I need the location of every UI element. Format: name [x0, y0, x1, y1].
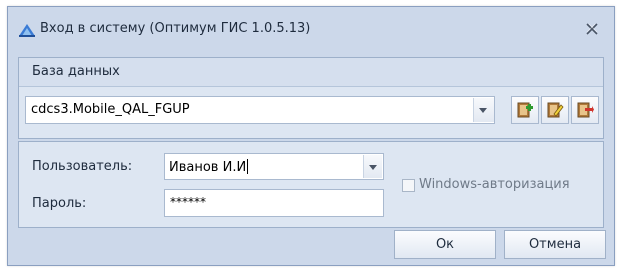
database-select[interactable]: cdcs3.Mobile_QAL_FGUP [25, 96, 495, 124]
add-database-button[interactable] [511, 96, 539, 124]
windows-auth-checkbox[interactable] [402, 179, 415, 192]
delete-database-button[interactable] [571, 96, 599, 124]
database-select-value: cdcs3.Mobile_QAL_FGUP [31, 102, 190, 117]
database-label: База данных [32, 64, 120, 79]
user-select-value: Иванов И.И [169, 159, 249, 175]
delete-database-icon [577, 102, 594, 118]
database-panel: База данных cdcs3.Mobile_QAL_FGUP [18, 57, 604, 139]
password-value: ****** [170, 195, 206, 209]
cancel-button[interactable]: Отмена [504, 230, 606, 259]
password-field[interactable]: ****** [164, 189, 384, 217]
database-header: База данных [19, 58, 603, 87]
add-database-icon [517, 102, 533, 118]
user-value-text: Иванов И.И [169, 160, 247, 175]
user-select[interactable]: Иванов И.И [164, 153, 384, 180]
text-caret [247, 159, 249, 174]
close-icon[interactable] [584, 21, 600, 37]
app-logo-icon [18, 21, 36, 39]
login-dialog: Вход в систему (Оптимум ГИС 1.0.5.13) Ба… [7, 6, 615, 266]
edit-database-icon [547, 102, 564, 118]
credentials-panel: Пользователь: Иванов И.И Пароль: ****** … [18, 141, 604, 228]
user-dropdown-button[interactable] [363, 155, 382, 178]
windows-auth-label[interactable]: Windows-авторизация [419, 177, 570, 192]
title-bar: Вход в систему (Оптимум ГИС 1.0.5.13) [8, 7, 614, 55]
chevron-down-icon [479, 108, 487, 113]
dialog-footer: Ок Отмена [18, 230, 606, 262]
chevron-down-icon [369, 165, 377, 170]
password-label: Пароль: [32, 196, 87, 211]
database-dropdown-button[interactable] [473, 98, 494, 122]
ok-button[interactable]: Ок [394, 230, 496, 259]
user-label: Пользователь: [32, 159, 133, 174]
window-title: Вход в систему (Оптимум ГИС 1.0.5.13) [40, 21, 311, 36]
edit-database-button[interactable] [541, 96, 569, 124]
